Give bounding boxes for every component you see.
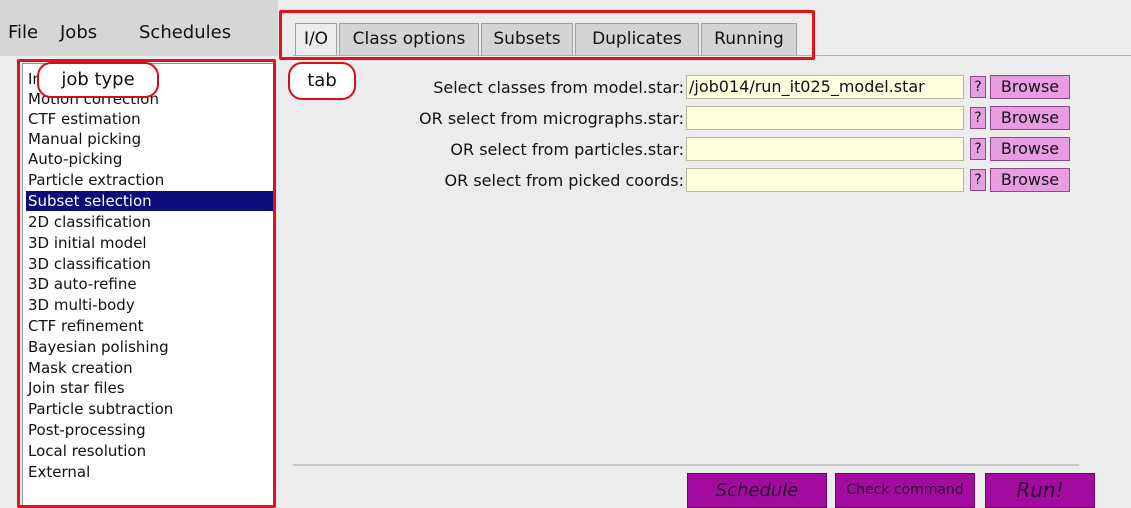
picked-coords-browse-button[interactable]: Browse [990, 168, 1070, 192]
menu-schedules[interactable]: Schedules [139, 22, 231, 43]
model-star-label: Select classes from model.star: [433, 78, 684, 97]
schedule-button[interactable]: Schedule [687, 473, 827, 508]
model-star-browse-button[interactable]: Browse [990, 75, 1070, 99]
picked-coords-help-button[interactable]: ? [970, 169, 986, 191]
picked-coords-label: OR select from picked coords: [444, 171, 684, 190]
micrographs-star-browse-button[interactable]: Browse [990, 106, 1070, 130]
job-type-highlight-box [17, 59, 276, 508]
menu-bar: File Jobs Schedules [0, 0, 278, 56]
micrographs-star-help-button[interactable]: ? [970, 107, 986, 129]
model-star-help-button[interactable]: ? [970, 76, 986, 98]
particles-star-browse-button[interactable]: Browse [990, 137, 1070, 161]
particles-star-label: OR select from particles.star: [450, 140, 684, 159]
check-command-button[interactable]: Check command [835, 473, 975, 508]
menu-jobs[interactable]: Jobs [60, 22, 97, 43]
particles-star-help-button[interactable]: ? [970, 138, 986, 160]
micrographs-star-input[interactable] [686, 106, 964, 130]
tab-highlight-box [279, 10, 815, 60]
form-divider [293, 464, 1079, 466]
job-type-callout: job type [37, 62, 159, 98]
tab-callout: tab [288, 62, 356, 100]
run-button[interactable]: Run! [985, 473, 1095, 508]
micrographs-star-label: OR select from micrographs.star: [419, 109, 684, 128]
picked-coords-input[interactable] [686, 168, 964, 192]
menu-file[interactable]: File [8, 22, 38, 43]
particles-star-input[interactable] [686, 137, 964, 161]
model-star-input[interactable]: /job014/run_it025_model.star [686, 75, 964, 99]
